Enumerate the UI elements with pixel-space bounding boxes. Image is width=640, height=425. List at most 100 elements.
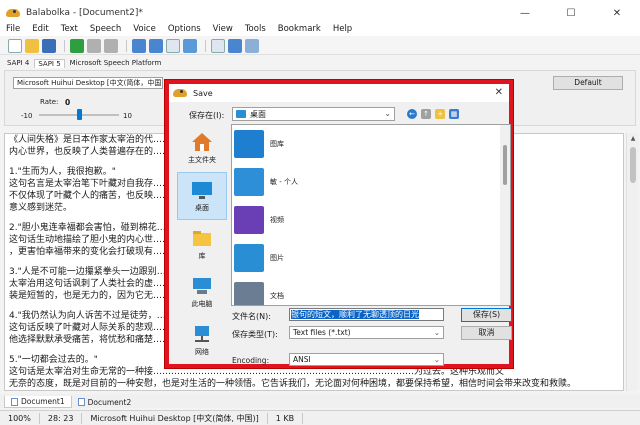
file-list-scrollbar[interactable] <box>500 125 510 305</box>
documents-icon <box>234 282 264 305</box>
rate-value: 0 <box>65 98 71 107</box>
clipboard-reader-icon[interactable] <box>166 38 180 53</box>
filename-value: 银句的短文，顺利了无聊透顶的日光 <box>291 310 419 319</box>
file-item-label: 敏 - 个人 <box>270 178 298 186</box>
tab-document2[interactable]: Document2 <box>72 396 138 408</box>
split-audio-icon[interactable] <box>149 38 163 53</box>
place-desktop[interactable]: 桌面 <box>177 172 227 220</box>
file-list-item[interactable]: 敏 - 个人 <box>232 163 510 201</box>
file-list-item[interactable]: 图片 <box>232 239 510 277</box>
save-in-select[interactable]: 桌面 ⌄ <box>232 107 395 121</box>
file-list-item[interactable]: 文档 <box>232 277 510 305</box>
menu-voice[interactable]: Voice <box>127 24 162 34</box>
library-icon <box>191 228 213 248</box>
document-tabs: Document1 Document2 <box>0 394 640 408</box>
status-size: 1 KB <box>268 412 304 424</box>
stop-icon[interactable] <box>104 38 118 53</box>
rate-slider-thumb[interactable] <box>76 109 82 120</box>
filetype-value: Text files (*.txt) <box>293 328 351 337</box>
menu-edit[interactable]: Edit <box>26 24 54 34</box>
voice-select[interactable]: Microsoft Huihui Desktop [中文(简体，中国)] <box>13 77 163 89</box>
file-list-item[interactable]: 图库 <box>232 125 510 163</box>
filetype-select[interactable]: Text files (*.txt) ⌄ <box>289 326 444 339</box>
status-zoom: 100% <box>0 412 40 424</box>
menu-text[interactable]: Text <box>55 24 84 34</box>
file-list-scroll-thumb[interactable] <box>503 145 507 185</box>
filetype-label: 保存类型(T): <box>232 330 278 339</box>
status-position: 28: 23 <box>40 412 83 424</box>
editor-scrollbar[interactable]: ▲ <box>626 133 638 391</box>
menu-speech[interactable]: Speech <box>84 24 127 34</box>
place-computer-label: 此电脑 <box>191 299 213 308</box>
convert-icon[interactable] <box>183 38 197 53</box>
menu-help[interactable]: Help <box>327 24 358 34</box>
engine-tabs: SAPI 4 SAPI 5 Microsoft Speech Platform <box>4 57 166 69</box>
tab-speech-platform[interactable]: Microsoft Speech Platform <box>67 59 165 67</box>
new-folder-icon[interactable]: + <box>435 109 445 119</box>
tab-sapi4[interactable]: SAPI 4 <box>4 59 32 67</box>
status-voice: Microsoft Huihui Desktop [中文(简体, 中国)] <box>82 412 268 424</box>
menu-tools[interactable]: Tools <box>239 24 272 34</box>
home-icon <box>191 132 213 152</box>
desktop-folder-icon <box>236 110 246 118</box>
rate-label: Rate: <box>40 98 59 106</box>
dialog-title: Save <box>193 88 213 98</box>
play-icon[interactable] <box>70 38 84 53</box>
rate-slider[interactable] <box>39 109 119 120</box>
place-network-label: 网络 <box>195 347 209 356</box>
tab-document1-label: Document1 <box>21 397 65 406</box>
menu-bookmark[interactable]: Bookmark <box>272 24 327 34</box>
settings-icon[interactable] <box>245 38 259 53</box>
encoding-value: ANSI <box>293 355 311 364</box>
menu-options[interactable]: Options <box>162 24 207 34</box>
scroll-thumb[interactable] <box>629 147 636 183</box>
file-list[interactable]: 图库敏 - 个人视频 图片 文档 <box>231 124 511 306</box>
gallery-icon <box>234 130 264 158</box>
dialog-title-bar: Save ✕ <box>169 84 509 102</box>
tab-sapi5[interactable]: SAPI 5 <box>34 58 65 68</box>
encoding-select[interactable]: ANSI ⌄ <box>289 353 444 366</box>
bookmark-icon[interactable] <box>228 38 242 53</box>
place-library[interactable]: 库 <box>177 220 227 268</box>
up-folder-icon[interactable]: ↑ <box>421 109 431 119</box>
place-home[interactable]: 主文件夹 <box>177 124 227 172</box>
pause-icon[interactable] <box>87 38 101 53</box>
toolbar-divider <box>205 39 206 52</box>
desktop-icon <box>191 180 213 200</box>
place-desktop-label: 桌面 <box>195 203 209 212</box>
menu-view[interactable]: View <box>207 24 239 34</box>
save-icon[interactable] <box>42 38 56 53</box>
dialog-nav-icons: ← ↑ + ▦ <box>407 109 459 119</box>
cancel-button[interactable]: 取消 <box>461 326 512 340</box>
place-library-label: 库 <box>198 251 206 260</box>
default-button[interactable]: Default <box>553 76 623 90</box>
new-file-icon[interactable] <box>8 38 22 53</box>
tab-document2-label: Document2 <box>87 397 132 407</box>
cloud-icon <box>234 168 264 196</box>
dialog-close-button[interactable]: ✕ <box>495 87 503 98</box>
encoding-label: Encoding: <box>232 356 270 365</box>
place-computer[interactable]: 此电脑 <box>177 268 227 316</box>
video-icon <box>234 206 264 234</box>
open-folder-icon[interactable] <box>25 38 39 53</box>
document-icon <box>11 397 18 406</box>
window-title: Balabolka - [Document2]* <box>26 8 143 18</box>
save-dialog: Save ✕ 保存在(I): 桌面 ⌄ ← ↑ + ▦ 主文件夹 桌面 库 此电… <box>165 80 513 368</box>
menu-file[interactable]: File <box>0 24 26 34</box>
filename-label: 文件名(N): <box>232 312 271 321</box>
place-network[interactable]: 网络 <box>177 316 227 364</box>
save-in-value: 桌面 <box>250 109 266 119</box>
spell-check-icon[interactable] <box>211 38 225 53</box>
computer-icon <box>191 276 213 296</box>
toolbar-divider <box>126 39 127 52</box>
toolbar-divider <box>64 39 65 52</box>
view-menu-icon[interactable]: ▦ <box>449 109 459 119</box>
filename-input[interactable]: 银句的短文，顺利了无聊透顶的日光 <box>289 308 444 321</box>
back-icon[interactable]: ← <box>407 109 417 119</box>
file-list-item[interactable]: 视频 <box>232 201 510 239</box>
save-audio-icon[interactable] <box>132 38 146 53</box>
scroll-up-icon[interactable]: ▲ <box>627 133 639 145</box>
save-button[interactable]: 保存(S) <box>461 308 512 322</box>
place-home-label: 主文件夹 <box>188 155 216 164</box>
tab-document1[interactable]: Document1 <box>4 396 72 408</box>
